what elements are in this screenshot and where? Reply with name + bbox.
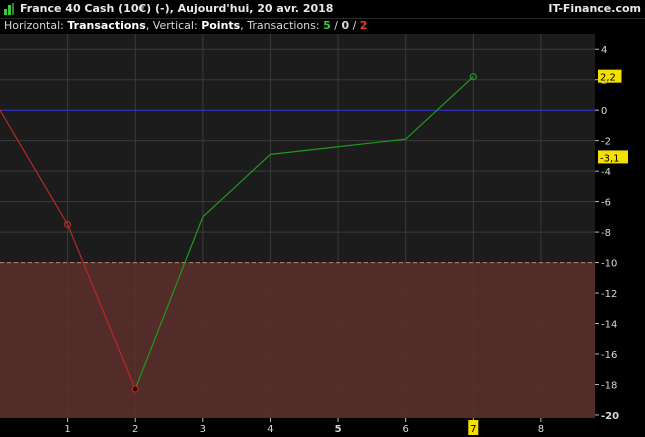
- x-tick-label: 7: [470, 424, 476, 435]
- y-tick-label: -14: [601, 320, 617, 331]
- x-tick-label: 6: [402, 424, 408, 435]
- value-label: -3,1: [600, 153, 620, 164]
- y-tick-label: -20: [601, 411, 619, 422]
- x-tick-label: 1: [64, 424, 70, 435]
- y-tick-label: -8: [601, 228, 611, 239]
- x-tick-label: 5: [335, 424, 342, 435]
- y-tick-label: -6: [601, 198, 611, 209]
- drawdown-area: [0, 262, 595, 418]
- trade-marker: [131, 385, 139, 393]
- equity-chart[interactable]: 4 2 0 -2 -4 -6 -8 -10 -12 -14 -16 -18 -20 2,2 -3,1 1 2 3…: [0, 0, 645, 437]
- y-tick-label: -10: [601, 259, 617, 270]
- drawdown-zone: [0, 262, 595, 418]
- y-tick-label: -12: [601, 289, 617, 300]
- x-axis: 1 2 3 4 5 6 7 8: [64, 418, 544, 435]
- y-axis: 420-2-4-6-8-10-12-14-16-18-202,2-3,1: [595, 45, 628, 422]
- y-tick-label: -2: [601, 137, 611, 148]
- x-tick-label: 3: [200, 424, 206, 435]
- y-tick-label: 4: [601, 45, 607, 56]
- y-tick-label: -18: [601, 380, 617, 391]
- y-tick-label: -16: [601, 350, 617, 361]
- x-tick-label: 2: [132, 424, 138, 435]
- y-tick-label: -4: [601, 167, 611, 178]
- value-label: 2,2: [600, 73, 616, 84]
- x-tick-label: 8: [538, 424, 544, 435]
- y-tick-label: 0: [601, 106, 607, 117]
- x-tick-label: 4: [267, 424, 273, 435]
